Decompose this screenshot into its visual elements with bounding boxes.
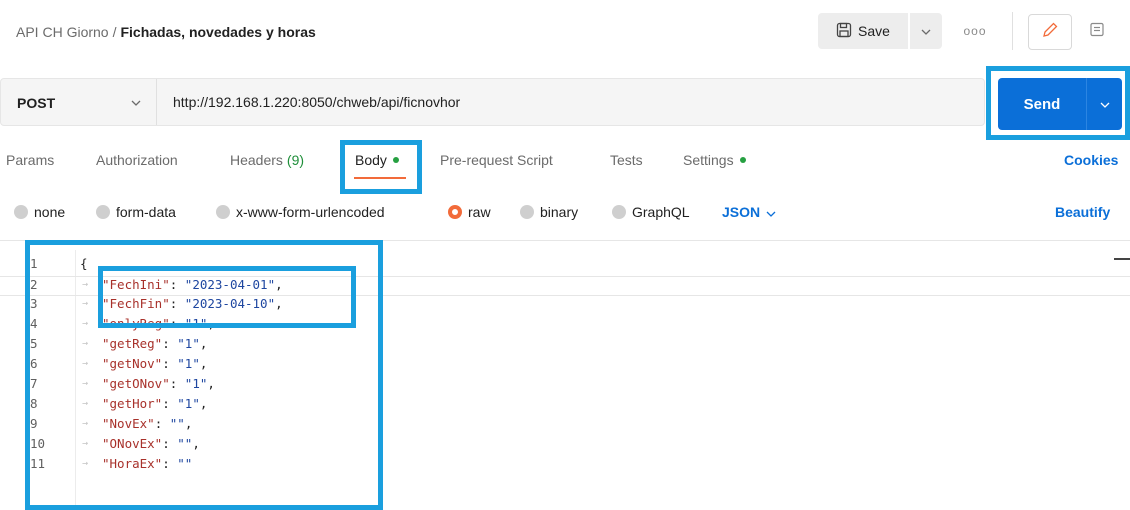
date-fields-highlight-box (98, 266, 356, 328)
radio-circle (612, 205, 626, 219)
more-icon: ooo (963, 24, 987, 38)
tab-params[interactable]: Params (6, 152, 54, 168)
tab-tests[interactable]: Tests (610, 152, 643, 168)
tab-label: Params (6, 152, 55, 168)
radio-circle (216, 205, 230, 219)
tab-label: Settings (683, 152, 734, 168)
radio-circle (448, 205, 462, 219)
tab-settings[interactable]: Settings (683, 152, 746, 168)
radio-none[interactable]: none (14, 204, 65, 220)
send-group: Send (998, 78, 1122, 130)
documentation-button[interactable] (1082, 14, 1112, 50)
divider (156, 79, 157, 125)
document-icon (1089, 22, 1105, 43)
radio-label: raw (468, 204, 491, 220)
radio-label: none (34, 204, 66, 220)
send-dropdown-button[interactable] (1086, 78, 1122, 130)
tab-label: Authorization (96, 152, 178, 168)
save-label: Save (858, 23, 890, 39)
save-dropdown-button[interactable] (910, 13, 942, 49)
tab-label: Headers (230, 152, 283, 168)
tab-label: Tests (610, 152, 643, 168)
tab-authorization[interactable]: Authorization (96, 152, 178, 168)
headers-count-badge: (9) (286, 152, 305, 168)
radio-x-www-form-urlencoded[interactable]: x-www-form-urlencoded (216, 204, 385, 220)
radio-raw[interactable]: raw (448, 204, 491, 220)
radio-graphql[interactable]: GraphQL (612, 204, 690, 220)
request-header: API CH Giorno / Fichadas, novedades y hora… (0, 0, 1130, 66)
edit-button[interactable] (1028, 14, 1072, 50)
url-input[interactable] (173, 94, 973, 110)
tab-headers[interactable]: Headers (9) (230, 152, 304, 168)
body-tab-highlight-box (340, 140, 422, 194)
method-select[interactable]: POST (17, 95, 55, 111)
request-url-bar: POST (0, 78, 985, 126)
send-button[interactable]: Send (998, 78, 1086, 130)
body-mode-row: none form-data x-www-form-urlencoded raw… (0, 202, 1130, 222)
save-button[interactable]: Save (818, 13, 908, 49)
pencil-icon (1041, 21, 1059, 44)
radio-binary[interactable]: binary (520, 204, 578, 220)
save-icon (836, 22, 852, 41)
radio-label: form-data (116, 204, 176, 220)
radio-form-data[interactable]: form-data (96, 204, 176, 220)
chevron-down-icon (766, 204, 776, 220)
beautify-button[interactable]: Beautify (1055, 204, 1110, 220)
body-format-select[interactable]: JSON (722, 204, 776, 220)
request-title[interactable]: Fichadas, novedades y horas (120, 24, 315, 40)
radio-label: binary (540, 204, 579, 220)
breadcrumb: API CH Giorno / Fichadas, novedades y hora… (16, 24, 316, 40)
divider (1012, 12, 1013, 50)
breadcrumb-collection[interactable]: API CH Giorno (16, 24, 109, 40)
chevron-down-icon[interactable] (131, 93, 141, 111)
radio-label: x-www-form-urlencoded (236, 204, 385, 220)
radio-circle (14, 205, 28, 219)
chevron-down-icon (1100, 95, 1110, 113)
radio-circle (520, 205, 534, 219)
radio-circle (96, 205, 110, 219)
status-dot (739, 157, 746, 163)
request-tabs: Params Authorization Headers (9) Body Pre… (0, 152, 1130, 178)
more-options-button[interactable]: ooo (960, 21, 990, 41)
tab-pre-request-script[interactable]: Pre-request Script (440, 152, 553, 168)
breadcrumb-separator: / (112, 24, 117, 40)
format-label: JSON (722, 204, 761, 220)
save-group: Save (818, 13, 942, 49)
cookies-link[interactable]: Cookies (1064, 152, 1118, 168)
radio-label: GraphQL (632, 204, 690, 220)
chevron-down-icon (921, 22, 931, 40)
tab-label: Pre-request Script (440, 152, 553, 168)
